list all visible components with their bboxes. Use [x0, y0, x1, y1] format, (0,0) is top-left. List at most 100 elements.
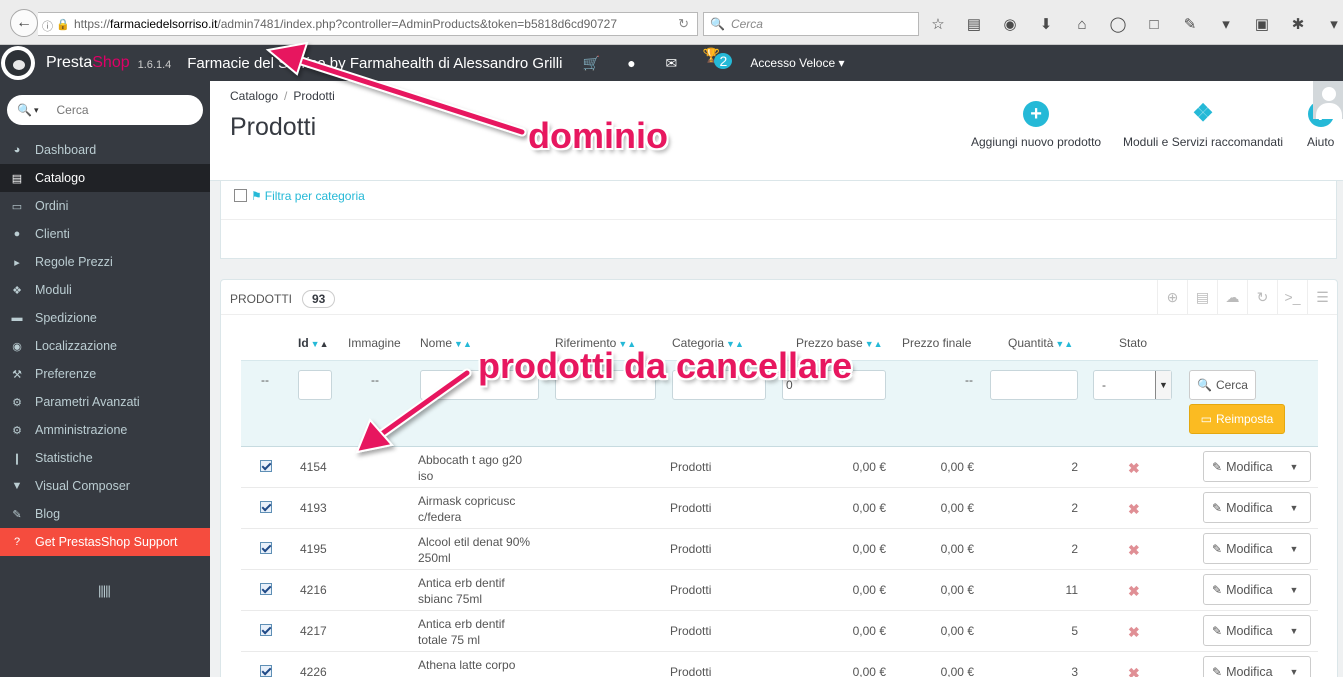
menu-icon[interactable]: ▾ — [1321, 12, 1343, 36]
caret-down-icon[interactable]: ▼ — [1278, 493, 1310, 522]
category-filter-link[interactable]: ⚑ Filtra per categoria — [251, 189, 365, 203]
row-checkbox[interactable] — [260, 501, 272, 513]
address-bar[interactable]: ⓘ 🔒 https://farmaciedelsorriso.it/admin7… — [38, 12, 698, 36]
sidebar-item-spedizione[interactable]: ▬ Spedizione — [0, 304, 210, 332]
edit-button[interactable]: ✎ Modifica ▼ — [1203, 574, 1311, 605]
star-icon[interactable]: ☆ — [925, 12, 951, 36]
reload-icon[interactable]: ↻ — [678, 16, 689, 32]
sort-icon[interactable]: ▼▲ — [311, 339, 329, 349]
table-row[interactable]: 4216 Antica erb dentif sbianc 75ml Prodott… — [241, 570, 1318, 611]
edit-button[interactable]: ✎ Modifica ▼ — [1203, 451, 1311, 482]
edit-button[interactable]: ✎ Modifica ▼ — [1203, 492, 1311, 523]
dropdown-icon[interactable]: ▾ — [1213, 12, 1239, 36]
row-checkbox[interactable] — [260, 542, 272, 554]
table-row[interactable]: 4217 Antica erb dentif totale 75 ml Prodot… — [241, 611, 1318, 652]
bug-icon[interactable]: ✱ — [1285, 12, 1311, 36]
status-disabled-icon[interactable]: ✖ — [1128, 542, 1140, 559]
sidebar-item-amministrazione[interactable]: ⚙ Amministrazione — [0, 416, 210, 444]
reading-list-icon[interactable]: ▤ — [961, 12, 987, 36]
edit-button[interactable]: ✎ Modifica ▼ — [1203, 533, 1311, 564]
envelope-icon[interactable]: ✉ — [662, 55, 680, 72]
category-filter-checkbox[interactable] — [234, 189, 247, 202]
status-disabled-icon[interactable]: ✖ — [1128, 501, 1140, 518]
shop-name-link[interactable]: Farmacie del Sorriso by Farmahealth di A… — [187, 55, 562, 72]
row-checkbox[interactable] — [260, 624, 272, 636]
col-id[interactable]: Id ▼▲ — [298, 336, 329, 350]
sidebar-item-statistiche[interactable]: ❙ Statistiche — [0, 444, 210, 472]
row-name[interactable]: Antica erb dentif sbianc 75ml — [418, 575, 533, 607]
status-disabled-icon[interactable]: ✖ — [1128, 583, 1140, 600]
row-checkbox[interactable] — [260, 665, 272, 677]
row-name[interactable]: Abbocath t ago g20 iso — [418, 452, 533, 484]
home-icon[interactable]: ⌂ — [1069, 12, 1095, 36]
export-icon[interactable]: ▤ — [1187, 280, 1217, 314]
sidebar-search-input[interactable] — [56, 103, 177, 117]
sort-icon[interactable]: ▼▲ — [454, 339, 472, 349]
trophy-icon[interactable]: 🏆2 — [702, 47, 733, 80]
sidebar-item-moduli[interactable]: ❖ Moduli — [0, 276, 210, 304]
row-checkbox[interactable] — [260, 583, 272, 595]
row-name[interactable]: Antica erb dentif totale 75 ml — [418, 616, 533, 648]
extension-k-icon[interactable]: □ — [1141, 12, 1167, 36]
col-quantity[interactable]: Quantità ▼▲ — [1008, 336, 1073, 350]
status-disabled-icon[interactable]: ✖ — [1128, 460, 1140, 477]
status-disabled-icon[interactable]: ✖ — [1128, 665, 1140, 677]
filter-id-input[interactable] — [298, 370, 332, 400]
caret-down-icon[interactable]: ▼ — [1278, 452, 1310, 481]
sort-icon[interactable]: ▼▲ — [1055, 339, 1073, 349]
sidebar-item-regole-prezzi[interactable]: ▸ Regole Prezzi — [0, 248, 210, 276]
sidebar-item-parametri-avanzati[interactable]: ⚙ Parametri Avanzati — [0, 388, 210, 416]
caret-down-icon[interactable]: ▼ — [1278, 575, 1310, 604]
add-product-button[interactable]: + Aggiungi nuovo prodotto — [971, 101, 1101, 149]
breadcrumb-catalog[interactable]: Catalogo — [230, 89, 278, 103]
caret-down-icon[interactable]: ▼ — [1278, 534, 1310, 563]
filter-quantity-input[interactable] — [990, 370, 1078, 400]
chat-icon[interactable]: ◯ — [1105, 12, 1131, 36]
row-checkbox[interactable] — [260, 460, 272, 472]
quick-access-menu[interactable]: Accesso Veloce ▾ — [750, 56, 844, 70]
caret-down-icon[interactable]: ▼ — [1278, 616, 1310, 645]
sidebar-item-get-prestasshop-support[interactable]: ? Get PrestasShop Support — [0, 528, 210, 556]
sort-icon[interactable]: ▼▲ — [865, 339, 883, 349]
table-row[interactable]: 4154 Abbocath t ago g20 iso Prodotti 0,00 €… — [241, 447, 1318, 488]
eyedropper-icon[interactable]: ✎ — [1177, 12, 1203, 36]
cart-icon[interactable]: 🛒 — [582, 55, 600, 72]
filter-search-button[interactable]: 🔍 Cerca — [1189, 370, 1256, 400]
download-icon[interactable]: ⬇ — [1033, 12, 1059, 36]
pocket-icon[interactable]: ◉ — [997, 12, 1023, 36]
caret-down-icon[interactable]: ▼ — [1278, 657, 1310, 677]
sidebar-item-ordini[interactable]: ▭ Ordini — [0, 192, 210, 220]
sidebar-search[interactable]: 🔍 ▾ — [7, 95, 203, 125]
filter-reset-button[interactable]: ▭ Reimposta — [1189, 404, 1285, 434]
database-icon[interactable]: ☰ — [1307, 280, 1337, 314]
avatar[interactable] — [1313, 81, 1343, 119]
back-button[interactable]: ← — [10, 9, 38, 37]
info-icon[interactable]: ⓘ — [42, 18, 53, 33]
cloud-upload-icon[interactable]: ☁ — [1217, 280, 1247, 314]
sidebar-item-catalogo[interactable]: ▤ Catalogo — [0, 164, 210, 192]
table-row[interactable]: 4195 Alcool etil denat 90% 250ml Prodotti 0… — [241, 529, 1318, 570]
row-name[interactable]: Alcool etil denat 90% 250ml — [418, 534, 533, 566]
sidebar-item-localizzazione[interactable]: ◉ Localizzazione — [0, 332, 210, 360]
sidebar-item-clienti[interactable]: ● Clienti — [0, 220, 210, 248]
prestashop-logo[interactable] — [1, 46, 35, 80]
sidebar-item-visual-composer[interactable]: ▼ Visual Composer — [0, 472, 210, 500]
add-icon[interactable]: ⊕ — [1157, 280, 1187, 314]
row-name[interactable]: Athena latte corpo — [418, 657, 533, 673]
table-row[interactable]: 4193 Airmask copricusc c/federa Prodotti 0,… — [241, 488, 1318, 529]
sidebar-item-dashboard[interactable]: ◕ Dashboard — [0, 136, 210, 164]
caret-down-icon[interactable]: ▾ — [34, 105, 39, 116]
edit-button[interactable]: ✎ Modifica ▼ — [1203, 656, 1311, 677]
edit-button[interactable]: ✎ Modifica ▼ — [1203, 615, 1311, 646]
user-icon[interactable]: ● — [622, 55, 640, 71]
status-disabled-icon[interactable]: ✖ — [1128, 624, 1140, 641]
sql-query-icon[interactable]: >_ — [1277, 280, 1307, 314]
collapse-menu-icon[interactable]: ||||| — [98, 583, 111, 598]
sidebar-item-preferenze[interactable]: ⚒ Preferenze — [0, 360, 210, 388]
col-name[interactable]: Nome ▼▲ — [420, 336, 472, 350]
row-name[interactable]: Airmask copricusc c/federa — [418, 493, 533, 525]
modules-services-button[interactable]: ❖ Moduli e Servizi raccomandati — [1123, 101, 1283, 150]
refresh-icon[interactable]: ↻ — [1247, 280, 1277, 314]
filter-status-select[interactable]: - ▼ — [1093, 370, 1172, 400]
sidebar-item-blog[interactable]: ✎ Blog — [0, 500, 210, 528]
